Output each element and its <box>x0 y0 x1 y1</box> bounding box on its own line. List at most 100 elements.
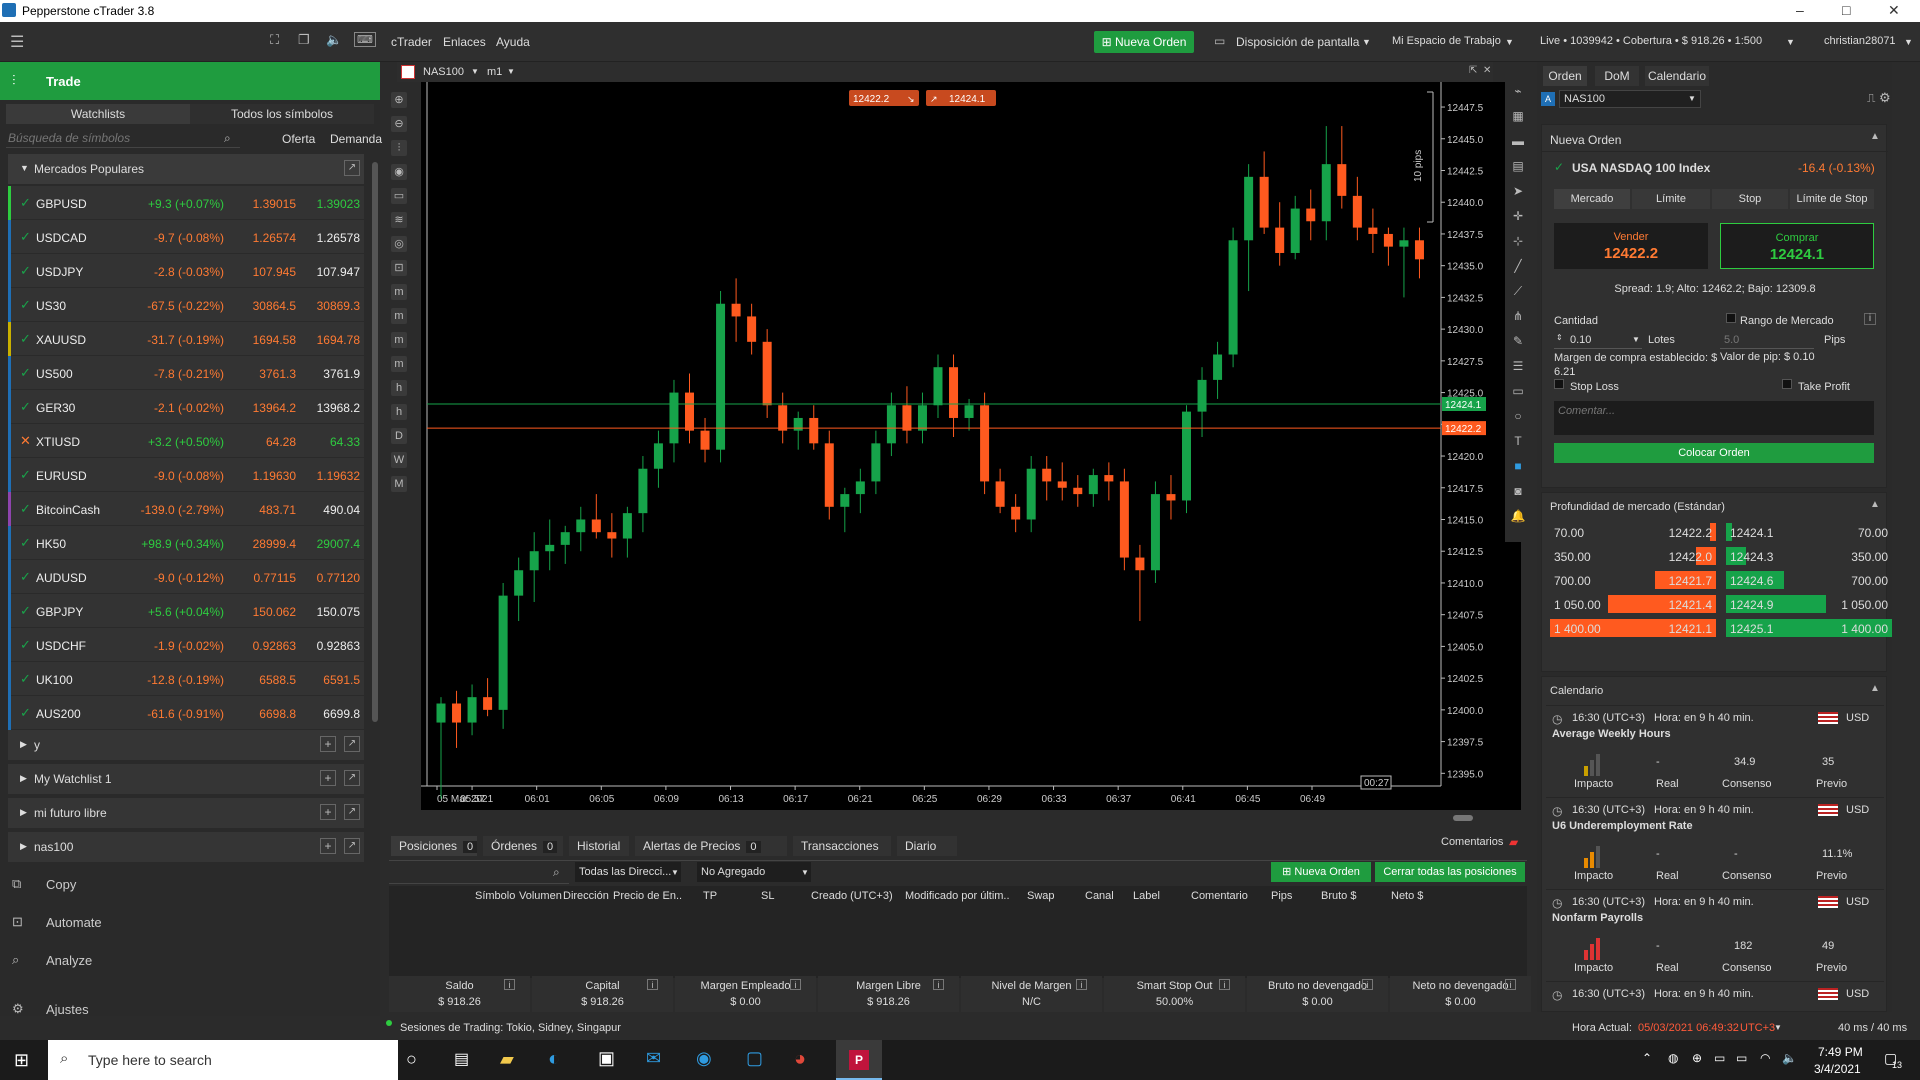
column-header[interactable]: Canal <box>1085 890 1114 902</box>
add-icon[interactable]: + <box>320 838 336 854</box>
symbol-ask[interactable]: 29007.4 <box>317 537 360 551</box>
take-profit-checkbox[interactable] <box>1782 379 1792 389</box>
add-icon[interactable]: + <box>320 770 336 786</box>
watchlist-group[interactable]: ▶ y + ↗ <box>8 730 364 760</box>
zoom-in-icon[interactable]: ⊕ <box>391 92 407 108</box>
watchlist-row[interactable]: ✓ US30 -67.5 (-0.22%) 30864.5 30869.3 <box>8 288 364 322</box>
user-menu[interactable]: christian28071 <box>1824 35 1896 47</box>
mn-icon[interactable]: M <box>391 476 407 492</box>
quantity-stepper[interactable]: ⇕ 0.10 ▼ <box>1554 331 1642 349</box>
layout-icon[interactable]: ▤ <box>1509 157 1527 175</box>
snapshot-icon[interactable]: ⊡ <box>391 260 407 276</box>
order-type-tab[interactable]: Límite de Stop <box>1790 189 1874 209</box>
column-header[interactable]: Dirección <box>563 890 609 902</box>
symbol-search-input[interactable] <box>6 128 240 148</box>
symbol-bid[interactable]: 6698.8 <box>259 707 296 721</box>
nav-analyze[interactable]: ⌕ Analyze <box>0 941 380 979</box>
symbol-bid[interactable]: 1.39015 <box>253 197 296 211</box>
workspace-menu[interactable]: Mi Espacio de Trabajo <box>1392 35 1501 47</box>
sell-button[interactable]: Vender 12422.2 <box>1554 223 1708 269</box>
close-button[interactable]: ✕ <box>1888 2 1900 19</box>
watchlist-row[interactable]: ✓ USDCHF -1.9 (-0.02%) 0.92863 0.92863 <box>8 628 364 662</box>
edge-icon[interactable]: ◐ <box>548 1048 560 1071</box>
w1-icon[interactable]: W <box>391 452 407 468</box>
depth-bid-row[interactable]: 1 400.00 12421.1 <box>1550 619 1716 639</box>
ctrader-taskbar-item[interactable]: P <box>836 1040 882 1080</box>
place-order-button[interactable]: Colocar Orden <box>1554 443 1874 463</box>
battery-icon[interactable]: ▭ <box>1736 1051 1747 1065</box>
file-explorer-icon[interactable]: ▰ <box>500 1049 514 1070</box>
watchlist-row[interactable]: ✓ USDJPY -2.8 (-0.03%) 107.945 107.947 <box>8 254 364 288</box>
taskbar-date[interactable]: 3/4/2021 <box>1814 1062 1861 1076</box>
tab-order[interactable]: Orden <box>1543 66 1587 86</box>
symbol-ask[interactable]: 64.33 <box>330 435 360 449</box>
stop-loss-checkbox[interactable] <box>1554 379 1564 389</box>
text-icon[interactable]: T <box>1509 432 1527 450</box>
market-range-checkbox[interactable] <box>1726 313 1736 323</box>
wifi-icon[interactable]: ◠ <box>1760 1051 1770 1065</box>
eye-icon[interactable]: ◎ <box>391 236 407 252</box>
positions-tab[interactable]: Órdenes 0 <box>483 836 563 856</box>
scrollbar[interactable] <box>372 162 378 722</box>
comment-input[interactable] <box>1554 401 1874 435</box>
symbol-ask[interactable]: 1.39023 <box>317 197 360 211</box>
h1-icon[interactable]: h <box>391 380 407 396</box>
symbol-bid[interactable]: 1.26574 <box>253 231 296 245</box>
symbol-bid[interactable]: 64.28 <box>266 435 296 449</box>
close-all-positions-button[interactable]: Cerrar todas las posiciones <box>1375 862 1525 882</box>
aggregate-filter[interactable]: No Agregado ▼ <box>697 862 811 882</box>
calendar-event[interactable]: ◷ 16:30 (UTC+3) Hora: en 9 h 40 min. USD Nonf… <box>1546 889 1884 977</box>
panel-icon[interactable]: ▬ <box>1509 132 1527 150</box>
chevron-down-icon[interactable]: ▼ <box>471 67 479 76</box>
symbol-bid[interactable]: 483.71 <box>259 503 296 517</box>
symbol-bid[interactable]: 107.945 <box>253 265 296 279</box>
positions-tab[interactable]: Alertas de Precios 0 <box>635 836 787 856</box>
collapse-icon[interactable]: ▲ <box>1870 499 1880 510</box>
maximize-button[interactable]: □ <box>1842 2 1850 18</box>
nav-copy[interactable]: ⧉ Copy <box>0 865 380 903</box>
measure-icon[interactable]: ⊹ <box>1509 232 1527 250</box>
watchlist-row[interactable]: ✓ US500 -7.8 (-0.21%) 3761.3 3761.9 <box>8 356 364 390</box>
m5-icon[interactable]: m <box>391 308 407 324</box>
positions-tab[interactable]: Posiciones 0 <box>391 836 478 856</box>
depth-ask-row[interactable]: 12424.6 700.00 <box>1726 571 1892 591</box>
symbol-ask[interactable]: 13968.2 <box>317 401 360 415</box>
watchlist-group[interactable]: ▶ nas100 + ↗ <box>8 832 364 862</box>
tray-icon[interactable]: ▭ <box>1714 1051 1725 1065</box>
calendar-event[interactable]: ◷ 16:30 (UTC+3) Hora: en 9 h 40 min. USD Aver… <box>1546 705 1884 793</box>
volume-icon[interactable]: 🔈 <box>1782 1051 1797 1065</box>
watchlist-row[interactable]: ✓ HK50 +98.9 (+0.34%) 28999.4 29007.4 <box>8 526 364 560</box>
info-icon[interactable]: i <box>790 979 801 990</box>
watchlist-row[interactable]: ✓ GBPUSD +9.3 (+0.07%) 1.39015 1.39023 <box>8 186 364 220</box>
chevron-down-icon[interactable]: ▼ <box>1774 1023 1782 1032</box>
chrome-icon[interactable]: ◕ <box>794 1048 806 1071</box>
settings-icon[interactable]: ⚙ <box>1879 90 1891 106</box>
search-icon[interactable]: ⌕ <box>553 865 560 880</box>
column-header[interactable]: Volumen <box>519 890 562 902</box>
info-icon[interactable]: i <box>504 979 515 990</box>
column-header[interactable]: SL <box>761 890 774 902</box>
symbol-bid[interactable]: 0.77115 <box>254 571 297 585</box>
window-icon[interactable]: ❐ <box>298 32 310 48</box>
tray-icon[interactable]: ◍ <box>1668 1051 1678 1065</box>
symbol-bid[interactable]: 30864.5 <box>253 299 296 313</box>
tab-watchlists[interactable]: Watchlists <box>6 104 190 124</box>
symbol-bid[interactable]: 150.062 <box>253 605 296 619</box>
trade-header[interactable]: ⫶ Trade <box>0 62 380 100</box>
minimize-button[interactable]: – <box>1796 2 1804 18</box>
watchlist-group[interactable]: ▶ My Watchlist 1 + ↗ <box>8 764 364 794</box>
positions-new-order-button[interactable]: ⊞ Nueva Orden <box>1271 862 1371 882</box>
symbol-ask[interactable]: 6591.5 <box>323 673 360 687</box>
column-header[interactable]: Símbolo <box>475 890 515 902</box>
popout-icon[interactable]: ↗ <box>344 160 360 176</box>
symbol-bid[interactable]: 1.19630 <box>253 469 296 483</box>
calendar-event[interactable]: ◷ 16:30 (UTC+3) Hora: en 9 h 40 min. USD U6 U… <box>1546 797 1884 885</box>
chevron-down-icon[interactable]: ▼ <box>1786 37 1795 47</box>
m1-icon[interactable]: m <box>391 284 407 300</box>
watchlist-row[interactable]: ✓ UK100 -12.8 (-0.19%) 6588.5 6591.5 <box>8 662 364 696</box>
direction-filter[interactable]: Todas las Direcci... ▼ <box>575 862 681 882</box>
taskbar-search[interactable]: ⌕ Type here to search <box>48 1040 398 1080</box>
popout-icon[interactable]: ↗ <box>344 736 360 752</box>
order-type-tab[interactable]: Límite <box>1632 189 1710 209</box>
watchlist-group[interactable]: ▶ mi futuro libre + ↗ <box>8 798 364 828</box>
